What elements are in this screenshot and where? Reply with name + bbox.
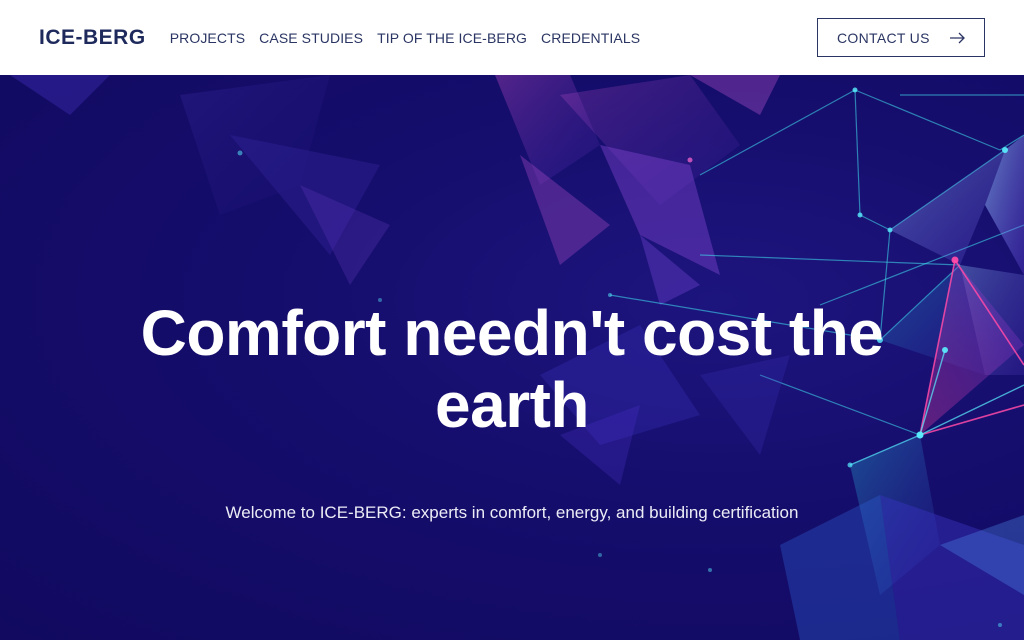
- hero-subtitle: Welcome to ICE-BERG: experts in comfort,…: [225, 503, 799, 522]
- nav-link-credentials[interactable]: CREDENTIALS: [541, 30, 640, 46]
- hero-headline-line-1: Comfort needn't cost the: [140, 297, 884, 369]
- arrow-right-icon: [950, 32, 965, 43]
- hero-headline: Comfort needn't cost the earth: [0, 297, 1024, 441]
- hero-headline-line-2: earth: [435, 369, 590, 441]
- nav-link-case-studies[interactable]: CASE STUDIES: [259, 30, 363, 46]
- contact-us-button[interactable]: CONTACT US: [817, 18, 985, 57]
- site-logo[interactable]: ICE-BERG: [39, 26, 146, 50]
- nav-link-projects[interactable]: PROJECTS: [170, 30, 245, 46]
- main-nav: PROJECTS CASE STUDIES TIP OF THE ICE-BER…: [170, 30, 654, 46]
- hero-section: Comfort needn't cost the earth Welcome t…: [0, 75, 1024, 640]
- nav-link-tip-of-the-iceberg[interactable]: TIP OF THE ICE-BERG: [377, 30, 527, 46]
- site-header: ICE-BERG PROJECTS CASE STUDIES TIP OF TH…: [0, 0, 1024, 75]
- contact-us-label: CONTACT US: [837, 29, 930, 46]
